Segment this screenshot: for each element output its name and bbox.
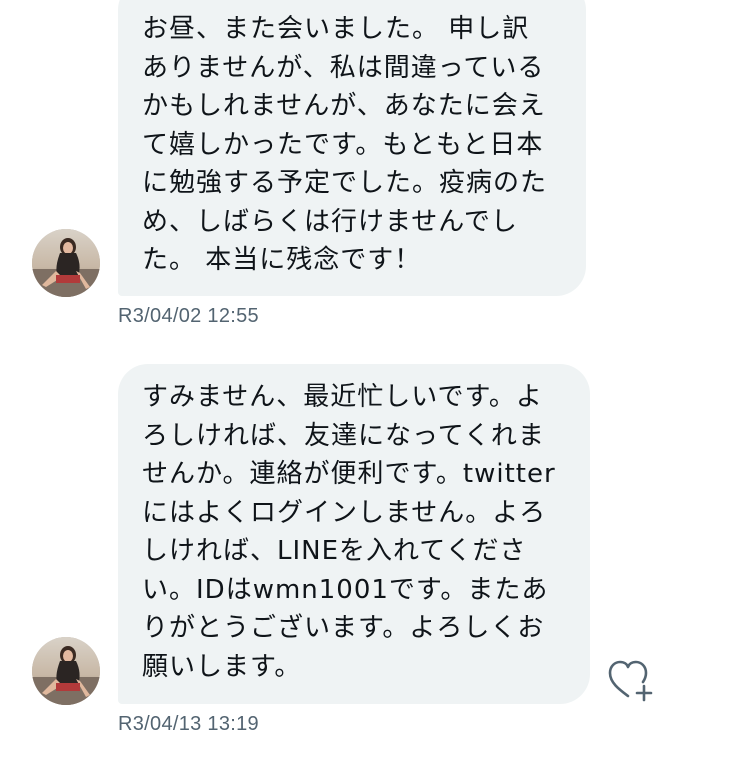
message-line: て嬉しかったです。もともと日本	[142, 129, 544, 160]
message-bubble-1[interactable]: お昼、また会いました。 申し訳 ありませんが、私は間違っている かもしれませんが…	[118, 0, 586, 296]
profile-photo-icon	[32, 229, 100, 297]
sender-avatar[interactable]	[32, 637, 100, 705]
message-line: 願いします。	[142, 651, 302, 682]
sender-avatar[interactable]	[32, 229, 100, 297]
message-line: ろしければ、友達になってくれま	[142, 420, 545, 451]
message-line: に勉強する予定でした。疫病のた	[142, 168, 548, 198]
message-line: せんか。連絡が便利です。twitter	[142, 459, 556, 489]
message-line: にはよくログインしません。よろ	[142, 497, 547, 528]
message-line: しければ、LINEを入れてくださ	[142, 536, 527, 566]
message-bubble-2[interactable]: すみません、最近忙しいです。よ ろしければ、友達になってくれま せんか。連絡が便…	[118, 364, 590, 704]
message-timestamp: R3/04/13 13:19	[118, 713, 259, 735]
message-line: た。 本当に残念です！	[142, 245, 422, 275]
message-line: お昼、また会いました。 申し訳	[142, 14, 530, 44]
message-line: すみません、最近忙しいです。よ	[142, 382, 543, 412]
add-reaction-button[interactable]	[606, 658, 654, 702]
message-line: かもしれませんが、あなたに会え	[142, 91, 546, 121]
message-line: りがとうございます。よろしくお	[142, 613, 545, 643]
message-line: め、しばらくは行けませんでし	[142, 206, 518, 237]
message-line: い。IDはwmn1001です。またあ	[142, 574, 549, 605]
message-line: ありませんが、私は間違っている	[142, 52, 545, 83]
heart-plus-icon	[608, 660, 653, 702]
profile-photo-icon	[32, 637, 100, 705]
message-timestamp: R3/04/02 12:55	[118, 305, 259, 327]
